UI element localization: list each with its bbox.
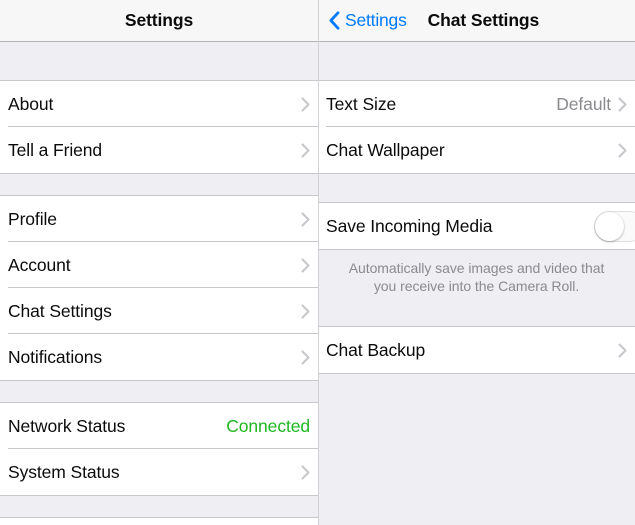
list-item-label: About xyxy=(8,93,54,114)
list-item-save-incoming-media[interactable]: Save Incoming Media xyxy=(318,203,635,249)
row-accessory xyxy=(301,464,310,480)
list-top-spacer xyxy=(0,42,318,80)
back-button[interactable]: Settings xyxy=(329,10,407,31)
list-item-tell-a-friend[interactable]: Tell a Friend xyxy=(0,127,318,173)
chevron-left-icon xyxy=(329,11,340,30)
chat-group-appearance: Text Size Default Chat Wallpaper xyxy=(318,80,635,174)
row-accessory xyxy=(301,211,310,227)
list-item-chat-backup[interactable]: Chat Backup xyxy=(318,327,635,373)
row-accessory xyxy=(618,342,627,358)
row-accessory: Connected xyxy=(226,416,310,437)
list-item-label: Profile xyxy=(8,208,57,229)
list-item-label: Chat Wallpaper xyxy=(326,139,445,160)
chevron-right-icon xyxy=(301,349,310,365)
text-size-value: Default xyxy=(556,93,611,114)
chevron-right-icon xyxy=(618,96,627,112)
save-incoming-media-toggle[interactable] xyxy=(594,210,635,242)
split-view-screen: Settings About Tell a Friend Profile Acc… xyxy=(0,0,635,525)
media-footer-note: Automatically save images and video that… xyxy=(318,250,635,305)
chat-group-media: Save Incoming Media xyxy=(318,202,635,250)
list-item-label: Chat Settings xyxy=(8,300,112,321)
chevron-right-icon xyxy=(301,464,310,480)
status-badge: Connected xyxy=(226,415,310,436)
list-item-text-size[interactable]: Text Size Default xyxy=(318,81,635,127)
group-spacer xyxy=(0,381,318,402)
group-spacer xyxy=(318,305,635,326)
toggle-knob xyxy=(595,211,624,241)
list-item-label: Text Size xyxy=(326,93,397,114)
list-item-about[interactable]: About xyxy=(0,81,318,127)
page-title: Settings xyxy=(124,10,194,30)
chat-settings-list: Text Size Default Chat Wallpaper Save In… xyxy=(318,42,635,525)
list-item-label: Tell a Friend xyxy=(8,139,103,160)
chevron-right-icon xyxy=(301,211,310,227)
list-item-label: Chat Backup xyxy=(326,339,426,360)
group-spacer xyxy=(0,496,318,517)
list-item-chat-settings[interactable]: Chat Settings xyxy=(0,288,318,334)
panel-divider xyxy=(318,0,319,525)
row-accessory xyxy=(618,142,627,158)
list-item-network-status[interactable]: Network Status Connected xyxy=(0,403,318,449)
media-footer-line-1: Automatically save images and video that xyxy=(348,260,605,276)
list-item-partial[interactable] xyxy=(0,518,318,525)
left-navigation-bar: Settings xyxy=(0,0,318,42)
settings-group-account: Profile Account Chat Settings Notificati… xyxy=(0,195,318,381)
settings-group-partial xyxy=(0,517,318,525)
chevron-right-icon xyxy=(618,142,627,158)
group-spacer xyxy=(318,174,635,202)
right-navigation-bar: Settings Chat Settings xyxy=(318,0,635,42)
row-accessory xyxy=(301,257,310,273)
row-accessory xyxy=(301,142,310,158)
back-button-label: Settings xyxy=(345,10,407,30)
detail-page-title: Chat Settings xyxy=(427,10,540,30)
chat-group-backup: Chat Backup xyxy=(318,326,635,374)
master-panel: Settings About Tell a Friend Profile Acc… xyxy=(0,0,318,525)
row-accessory xyxy=(594,210,635,242)
list-item-label: Network Status xyxy=(8,415,126,436)
list-item-label: Save Incoming Media xyxy=(326,215,493,236)
list-top-spacer xyxy=(318,42,635,80)
group-spacer xyxy=(0,174,318,195)
detail-panel: Settings Chat Settings Text Size Default… xyxy=(318,0,635,525)
list-item-account[interactable]: Account xyxy=(0,242,318,288)
media-footer-line-2: you receive into the Camera Roll. xyxy=(373,278,580,294)
row-accessory xyxy=(301,349,310,365)
list-item-label: Account xyxy=(8,254,71,275)
settings-group-status: Network Status Connected System Status xyxy=(0,402,318,496)
list-item-profile[interactable]: Profile xyxy=(0,196,318,242)
chevron-right-icon xyxy=(618,342,627,358)
list-item-chat-wallpaper[interactable]: Chat Wallpaper xyxy=(318,127,635,173)
chevron-right-icon xyxy=(301,96,310,112)
chevron-right-icon xyxy=(301,303,310,319)
settings-group-info: About Tell a Friend xyxy=(0,80,318,174)
list-item-notifications[interactable]: Notifications xyxy=(0,334,318,380)
row-accessory: Default xyxy=(556,94,627,115)
list-item-label: Notifications xyxy=(8,346,103,367)
chevron-right-icon xyxy=(301,142,310,158)
list-item-system-status[interactable]: System Status xyxy=(0,449,318,495)
row-accessory xyxy=(301,303,310,319)
chevron-right-icon xyxy=(301,257,310,273)
list-item-label: System Status xyxy=(8,461,120,482)
row-accessory xyxy=(301,96,310,112)
settings-list: About Tell a Friend Profile Account Chat… xyxy=(0,42,318,525)
